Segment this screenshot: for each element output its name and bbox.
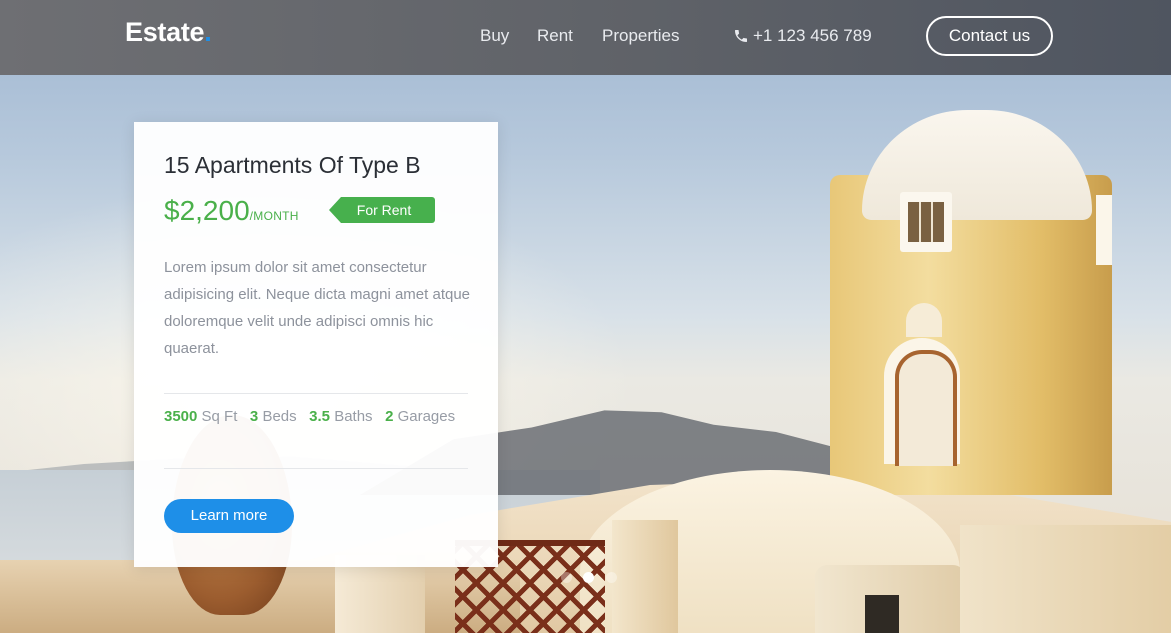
price-period: /MONTH [249,209,299,223]
windmill-tower [830,175,1112,495]
area-value: 3500 [164,408,198,425]
area-label: Sq Ft [201,408,238,425]
learn-more-button[interactable]: Learn more [164,499,294,533]
listing-card: 15 Apartments Of Type B $2,200/MONTH For… [134,122,498,567]
contact-us-button[interactable]: Contact us [926,16,1053,56]
slider-dot-1[interactable] [561,572,572,583]
phone-number: +1 123 456 789 [753,26,872,45]
terrace-block [960,525,1171,633]
baths-value: 3.5 [309,408,331,425]
phone-icon [735,30,747,42]
phone-contact[interactable]: +1 123 456 789 [733,24,872,48]
garages-value: 2 [385,408,394,425]
tower-niche [906,303,942,337]
logo-text: Estate [125,17,205,47]
price-amount: $2,200 [164,195,250,226]
tower-door [895,350,957,466]
listing-specs: 3500 Sq Ft 3 Beds 3.5 Baths 2 Garages [164,403,474,430]
tower-window [900,192,952,252]
slider-dot-2-active[interactable] [583,572,594,583]
nav-rent[interactable]: Rent [537,24,573,48]
beds-value: 3 [249,408,259,425]
garages-label: Garages [397,408,456,425]
site-header: Estate. Buy Rent Properties +1 123 456 7… [0,0,1171,75]
slider-dot-3[interactable] [606,572,617,583]
tower-dome [862,110,1092,220]
nav-properties[interactable]: Properties [602,24,679,48]
listing-price: $2,200/MONTH [164,194,299,233]
for-rent-badge: For Rent [329,197,435,223]
terrace-pillar [612,520,678,633]
chimney [815,565,965,633]
beds-label: Beds [262,408,297,425]
divider [164,393,468,394]
listing-title: 15 Apartments Of Type B [164,152,421,178]
baths-label: Baths [334,408,373,425]
tower-side-window [1096,195,1112,265]
listing-description: Lorem ipsum dolor sit amet consectetur a… [164,259,471,357]
divider [164,468,468,469]
site-logo[interactable]: Estate. [125,16,212,48]
nav-buy[interactable]: Buy [480,24,509,48]
logo-dot: . [204,17,212,47]
